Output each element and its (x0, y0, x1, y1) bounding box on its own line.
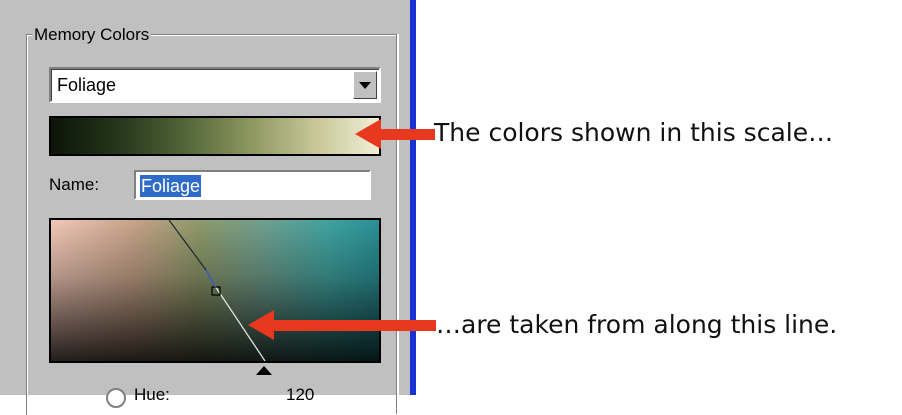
dropdown-button[interactable] (353, 71, 377, 99)
arrow-left-icon (355, 119, 435, 149)
sample-line-upper (168, 220, 207, 271)
name-input[interactable]: Foliage (134, 170, 371, 200)
hue-value: 120 (286, 385, 315, 404)
color-scale (49, 116, 381, 156)
hue-label: Hue: (134, 385, 170, 404)
dropdown-value: Foliage (57, 75, 117, 95)
chevron-down-icon (359, 81, 371, 89)
line-annotation: …are taken from along this line. (436, 310, 838, 339)
group-legend: Memory Colors (32, 25, 152, 44)
arrow-left-icon (248, 310, 436, 340)
scale-annotation: The colors shown in this scale… (434, 118, 834, 147)
name-input-value: Foliage (140, 175, 202, 197)
memory-color-dropdown[interactable]: Foliage (49, 67, 381, 103)
group-border-highlight (397, 34, 398, 414)
name-label: Name: (49, 175, 100, 194)
hue-radio[interactable] (106, 388, 126, 408)
sample-line-mid (205, 269, 216, 287)
triangle-up-icon[interactable] (256, 366, 272, 375)
